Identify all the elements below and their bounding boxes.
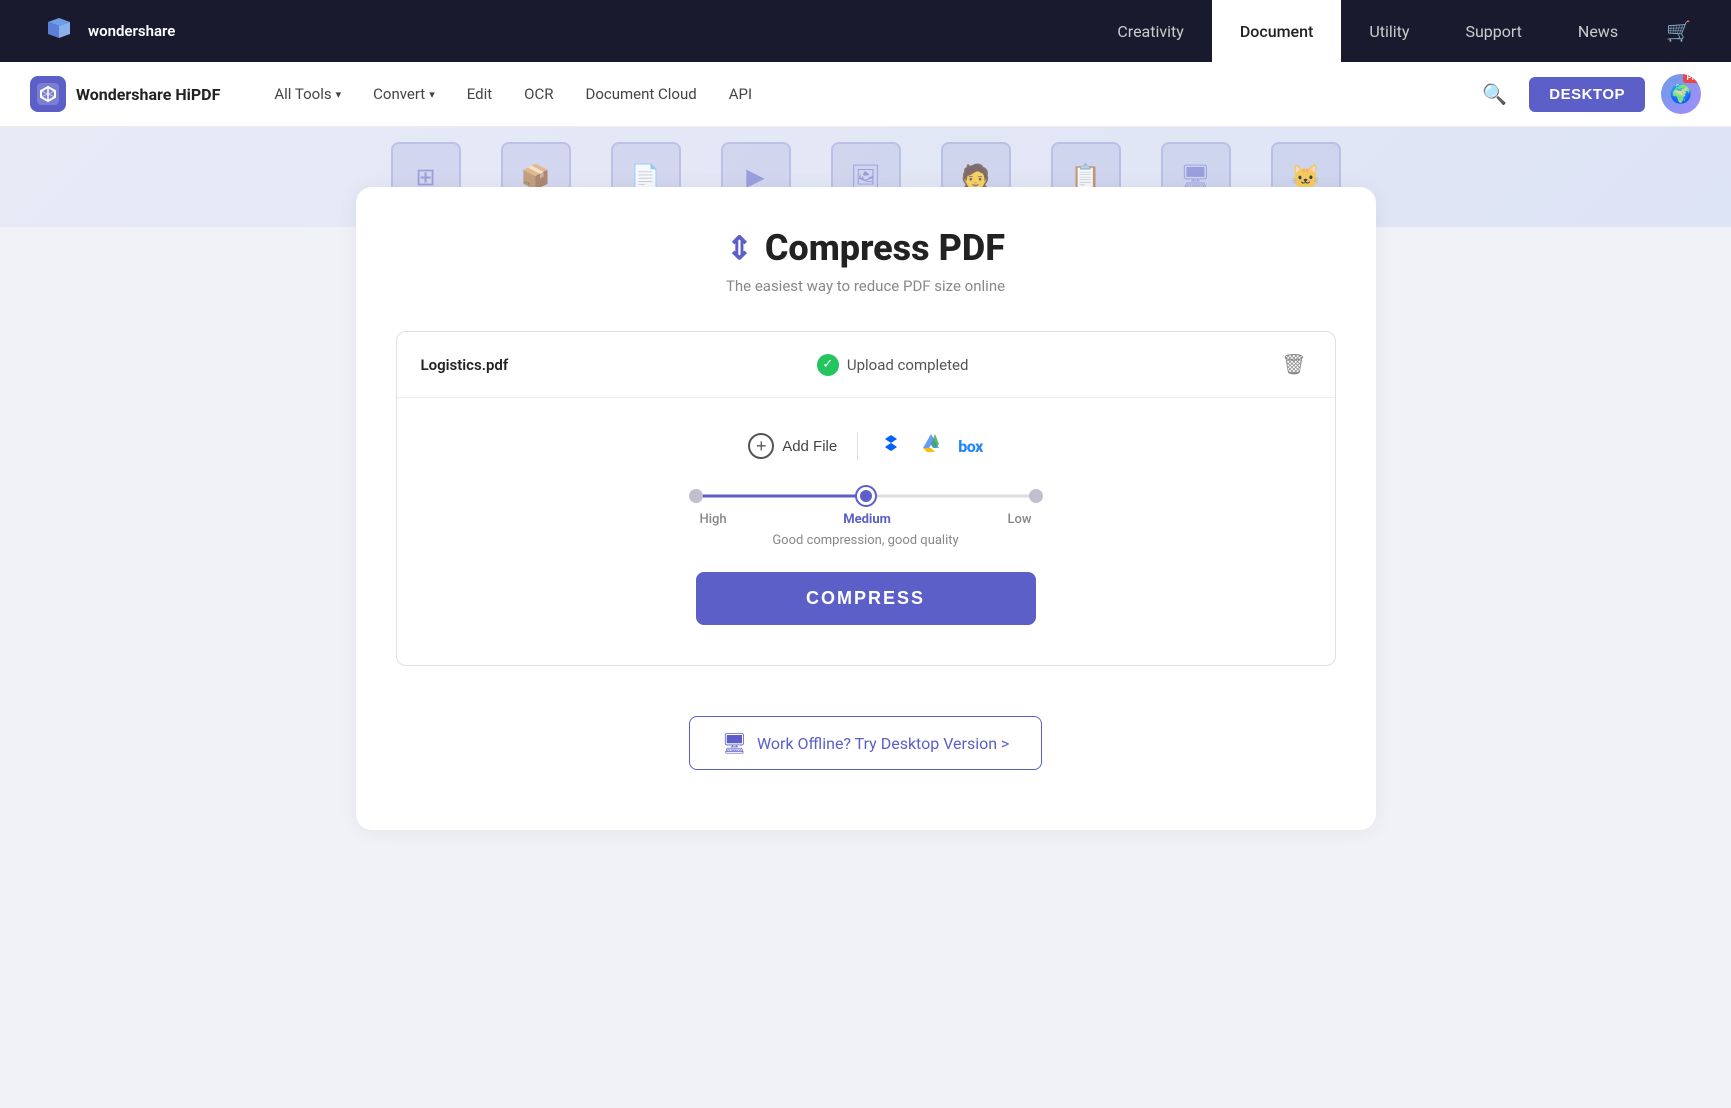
brand-logo[interactable]: Wondershare HiPDF xyxy=(30,76,220,112)
pro-badge: Pro xyxy=(1683,74,1701,83)
add-file-button[interactable]: + Add File xyxy=(748,433,837,459)
chevron-down-icon: ▾ xyxy=(429,88,435,101)
nav-edit[interactable]: Edit xyxy=(453,77,506,111)
page-card: ⇕ Compress PDF The easiest way to reduce… xyxy=(356,187,1376,830)
file-name: Logistics.pdf xyxy=(421,356,509,374)
compression-selector: High Medium Low Good compression, good q… xyxy=(696,486,1036,548)
nav-utility[interactable]: Utility xyxy=(1341,0,1437,62)
logo-text: wondershare xyxy=(88,22,175,40)
slider-track[interactable] xyxy=(696,486,1036,506)
page-subtitle: The easiest way to reduce PDF size onlin… xyxy=(396,277,1336,295)
label-high[interactable]: High xyxy=(700,512,727,527)
desktop-button[interactable]: DESKTOP xyxy=(1529,77,1645,112)
nav-ocr[interactable]: OCR xyxy=(510,77,567,111)
delete-file-button[interactable]: 🗑 xyxy=(1277,348,1310,381)
page-title: ⇕ Compress PDF xyxy=(396,227,1336,269)
check-circle-icon: ✓ xyxy=(817,354,839,376)
compress-icon: ⇕ xyxy=(726,229,753,267)
compress-button[interactable]: COMPRESS xyxy=(696,572,1036,625)
sec-nav-items: All Tools ▾ Convert ▾ Edit OCR Document … xyxy=(260,77,1446,111)
upload-area: Logistics.pdf ✓ Upload completed 🗑 + Add… xyxy=(396,331,1336,666)
offline-box[interactable]: 🖥 Work Offline? Try Desktop Version > xyxy=(689,716,1043,770)
box-icon[interactable]: box xyxy=(958,437,983,456)
top-nav: wondershare Creativity Document Utility … xyxy=(0,0,1731,62)
cloud-icons: box xyxy=(878,430,983,462)
monitor-icon: 🖥 xyxy=(722,731,747,755)
hipdf-logo-icon xyxy=(30,76,66,112)
brand-name: Wondershare HiPDF xyxy=(76,85,220,104)
slider-dot-medium[interactable] xyxy=(857,487,875,505)
dropbox-icon[interactable] xyxy=(878,430,904,462)
slider-labels: High Medium Low xyxy=(696,512,1036,527)
nav-document[interactable]: Document xyxy=(1212,0,1342,62)
nav-creativity[interactable]: Creativity xyxy=(1089,0,1211,62)
label-medium[interactable]: Medium xyxy=(843,512,891,527)
nav-news[interactable]: News xyxy=(1550,0,1646,62)
upload-body: + Add File xyxy=(397,398,1335,665)
sec-nav: Wondershare HiPDF All Tools ▾ Convert ▾ … xyxy=(0,62,1731,127)
sec-nav-right: 🔍 DESKTOP 🌍 Pro xyxy=(1476,74,1701,114)
nav-all-tools[interactable]: All Tools ▾ xyxy=(260,77,355,111)
main-content: ⇕ Compress PDF The easiest way to reduce… xyxy=(316,187,1416,830)
cart-icon[interactable]: 🛒 xyxy=(1666,19,1691,43)
nav-api[interactable]: API xyxy=(715,77,766,111)
divider xyxy=(857,432,858,460)
logo[interactable]: wondershare xyxy=(40,12,175,50)
page-title-section: ⇕ Compress PDF The easiest way to reduce… xyxy=(396,227,1336,295)
search-icon[interactable]: 🔍 xyxy=(1476,76,1513,112)
top-nav-links: Creativity Document Utility Support News… xyxy=(1089,0,1691,62)
plus-icon: + xyxy=(748,433,774,459)
nav-convert[interactable]: Convert ▾ xyxy=(359,77,449,111)
slider-dot-high[interactable] xyxy=(689,489,703,503)
slider-line-active xyxy=(696,495,866,498)
slider-dot-low[interactable] xyxy=(1029,489,1043,503)
avatar[interactable]: 🌍 Pro xyxy=(1661,74,1701,114)
chevron-down-icon: ▾ xyxy=(336,88,342,101)
nav-document-cloud[interactable]: Document Cloud xyxy=(571,77,710,111)
nav-support[interactable]: Support xyxy=(1437,0,1549,62)
offline-banner: 🖥 Work Offline? Try Desktop Version > xyxy=(396,716,1336,770)
label-low[interactable]: Low xyxy=(1007,512,1031,527)
upload-header: Logistics.pdf ✓ Upload completed 🗑 xyxy=(397,332,1335,398)
add-file-row: + Add File xyxy=(748,430,983,462)
quality-description: Good compression, good quality xyxy=(772,533,958,548)
upload-status: ✓ Upload completed xyxy=(817,354,969,376)
google-drive-icon[interactable] xyxy=(918,430,944,462)
